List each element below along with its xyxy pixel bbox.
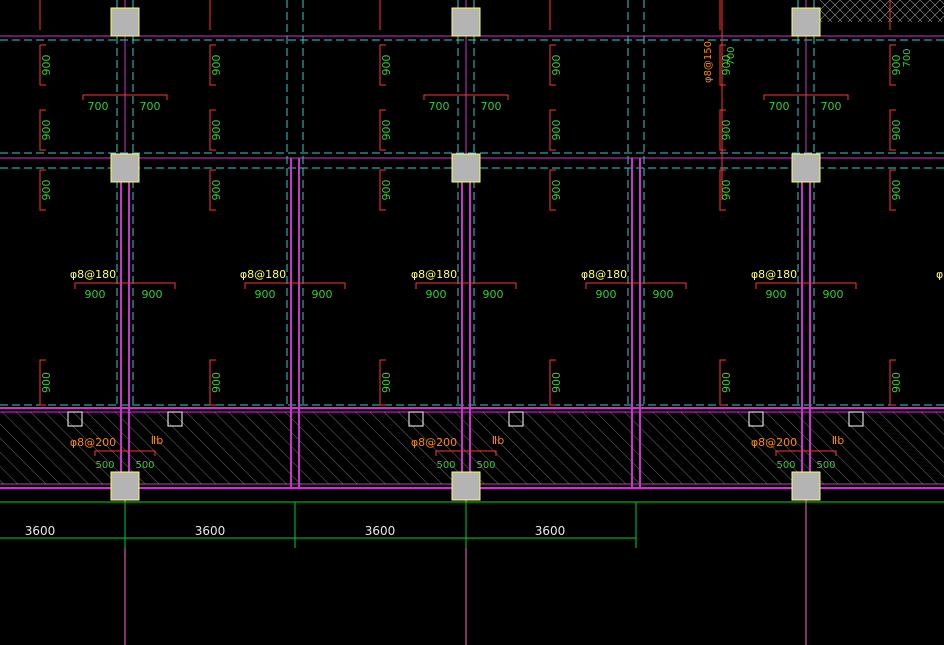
- rebar-length-label: 900: [40, 180, 53, 201]
- rebar-length-label: 900: [210, 180, 223, 201]
- tag-label: Ⅱb: [832, 434, 844, 447]
- rebar-spec-label: φ8@150: [703, 41, 714, 83]
- span-label: 500: [436, 460, 455, 471]
- rebar-spec-label: φ8@180: [411, 268, 457, 281]
- dimension-label: 3600: [535, 524, 566, 538]
- rebar-spec-label: φ8@180: [240, 268, 286, 281]
- rebar-length-label: 900: [550, 372, 563, 393]
- span-label: 700: [140, 100, 161, 113]
- column: [791, 153, 821, 183]
- rebar-length-label: 900: [720, 372, 733, 393]
- hatched-region-top-right: [820, 0, 944, 22]
- span-label: 700: [481, 100, 502, 113]
- column: [110, 7, 140, 37]
- rebar-spec-label: φ8@180: [751, 268, 797, 281]
- rebar-length-label: 900: [380, 55, 393, 76]
- span-label: 900: [312, 288, 333, 301]
- rebar-length-label: 900: [550, 55, 563, 76]
- span-label: 700: [821, 100, 842, 113]
- tag-label: Ⅱb: [492, 434, 504, 447]
- rebar-length-label: 900: [550, 120, 563, 141]
- span-label: 900: [766, 288, 787, 301]
- column: [451, 7, 481, 37]
- span-label: 900: [653, 288, 674, 301]
- span-label: 900: [483, 288, 504, 301]
- rebar-length-label: 900: [890, 372, 903, 393]
- rebar-length-label: 900: [890, 120, 903, 141]
- span-label: 900: [85, 288, 106, 301]
- span-label: 500: [135, 460, 154, 471]
- span-label: 700: [726, 46, 737, 65]
- rebar-length-label: 900: [210, 120, 223, 141]
- span-label: 900: [823, 288, 844, 301]
- column: [791, 471, 821, 501]
- rebar-spec-label: φ8@200: [70, 436, 116, 449]
- span-label: 900: [142, 288, 163, 301]
- column: [110, 471, 140, 501]
- rebar-length-label: 900: [720, 120, 733, 141]
- wall-layer: [0, 0, 944, 489]
- rebar-length-label: 900: [40, 55, 53, 76]
- label-layer: 900 900 900 900 900 900 900 900 900 900 900 900 900 9…: [40, 41, 944, 471]
- column: [110, 153, 140, 183]
- rebar-spec-label: φ8@180: [70, 268, 116, 281]
- dimension-label: 3600: [195, 524, 226, 538]
- column: [451, 153, 481, 183]
- rebar-layer: [39, 0, 896, 456]
- span-label: 900: [255, 288, 276, 301]
- span-label: 700: [769, 100, 790, 113]
- rebar-spec-label: φ8@180: [581, 268, 627, 281]
- span-label: 500: [776, 460, 795, 471]
- rebar-spec-label: φ8@200: [751, 436, 797, 449]
- column: [451, 471, 481, 501]
- rebar-length-label: 900: [380, 372, 393, 393]
- dimension-layer: 3600 3600 3600 3600: [0, 502, 637, 548]
- rebar-length-label: 900: [890, 180, 903, 201]
- cad-drawing-canvas[interactable]: 900 900 900 900 900 900 900 900 900 900 900 900 900 9…: [0, 0, 944, 645]
- dimension-label: 3600: [25, 524, 56, 538]
- rebar-length-label: 900: [720, 180, 733, 201]
- rebar-length-label: 900: [380, 120, 393, 141]
- rebar-spec-label: φ8@200: [411, 436, 457, 449]
- rebar-length-label: 900: [210, 55, 223, 76]
- span-label: 700: [88, 100, 109, 113]
- rebar-length-label: 900: [550, 180, 563, 201]
- rebar-spec-label: φ8@180: [936, 268, 944, 281]
- span-label: 500: [476, 460, 495, 471]
- span-label: 700: [429, 100, 450, 113]
- rebar-length-label: 900: [40, 120, 53, 141]
- rebar-length-label: 900: [210, 372, 223, 393]
- span-label: 900: [426, 288, 447, 301]
- dimension-label: 3600: [365, 524, 396, 538]
- tag-label: Ⅱb: [151, 434, 163, 447]
- rebar-length-label: 900: [380, 180, 393, 201]
- span-label: 900: [596, 288, 617, 301]
- rebar-length-label: 900: [40, 372, 53, 393]
- span-label: 700: [902, 48, 913, 67]
- span-label: 500: [95, 460, 114, 471]
- span-label: 500: [816, 460, 835, 471]
- column: [791, 7, 821, 37]
